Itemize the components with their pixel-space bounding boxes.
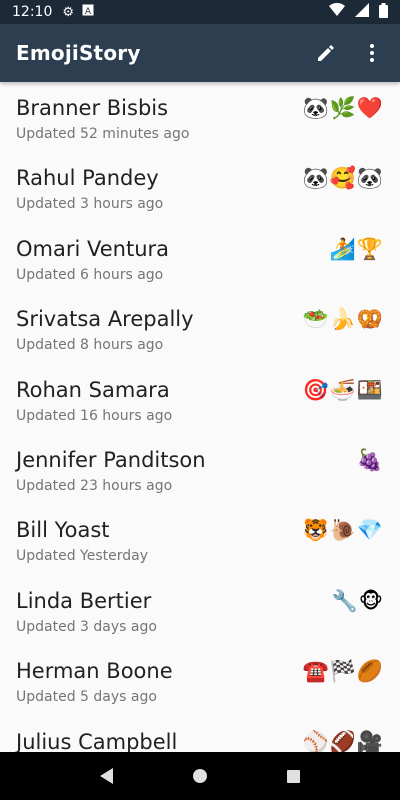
home-icon[interactable] [185,761,215,791]
emoji-story: 🐼🌿❤️ [302,96,384,120]
app-title: EmojiStory [16,41,141,65]
emoji-story: 🎯🍜🍱 [302,377,384,402]
wifi-icon [329,2,345,21]
contact-name: Rohan Samara [16,377,170,402]
contact-name: Branner Bisbis [16,96,169,120]
a-box-icon: A [82,4,94,20]
battery-icon [379,2,388,22]
emoji-story: 🥗🍌🥨 [302,307,384,332]
status-time: 12:10 [12,4,53,20]
contact-name: Linda Bertier [16,588,152,613]
emoji-story: ⚾🏈🎥 [302,729,384,752]
list-item[interactable]: Omari Ventura Updated 6 hours ago 🏄🏆 [0,223,400,293]
pencil-icon[interactable] [314,41,338,65]
emoji-story: 🔧🐵 [331,588,384,613]
updated-time: Updated Yesterday [16,548,149,565]
updated-time: Updated 3 hours ago [16,196,164,213]
updated-time: Updated 6 hours ago [16,266,164,283]
app-bar: EmojiStory [0,24,400,82]
emoji-story: 🐼🥰🐼 [302,166,384,191]
list-item[interactable]: Branner Bisbis Updated 52 minutes ago 🐼🌿… [0,82,400,152]
updated-time: Updated 16 hours ago [16,407,173,424]
list-item[interactable]: Jennifer Panditson Updated 23 hours ago … [0,434,400,504]
contact-name: Jennifer Panditson [16,447,206,472]
updated-time: Updated 52 minutes ago [16,126,190,142]
list-item[interactable]: Bill Yoast Updated Yesterday 🐯🐌💎 [0,504,400,574]
list-item[interactable]: Julius Campbell ⚾🏈🎥 [0,716,400,752]
contact-name: Herman Boone [16,659,173,684]
emoji-story: 🍇 [356,447,384,472]
updated-time: Updated 3 days ago [16,618,157,635]
contact-name: Rahul Pandey [16,166,159,191]
contact-name: Omari Ventura [16,236,170,261]
status-bar: 12:10 ⚙ A [0,0,400,24]
recents-icon[interactable] [278,761,308,791]
navigation-bar [0,752,400,800]
signal-icon [355,3,369,21]
list-item[interactable]: Linda Bertier Updated 3 days ago 🔧🐵 [0,575,400,645]
contact-name: Srivatsa Arepally [16,307,194,332]
list-item[interactable]: Rahul Pandey Updated 3 hours ago 🐼🥰🐼 [0,152,400,222]
updated-time: Updated 5 days ago [16,689,157,706]
emoji-story: ☎️🏁🏉 [302,659,384,684]
list-item[interactable]: Rohan Samara Updated 16 hours ago 🎯🍜🍱 [0,364,400,434]
list-item[interactable]: Srivatsa Arepally Updated 8 hours ago 🥗🍌… [0,293,400,363]
back-icon[interactable] [92,761,122,791]
story-list: Branner Bisbis Updated 52 minutes ago 🐼🌿… [0,82,400,752]
emoji-story: 🐯🐌💎 [302,518,384,543]
gear-icon: ⚙ [62,4,75,20]
updated-time: Updated 8 hours ago [16,337,164,354]
contact-name: Bill Yoast [16,518,110,543]
overflow-menu-icon[interactable] [360,41,384,65]
updated-time: Updated 23 hours ago [16,477,173,494]
contact-name: Julius Campbell [16,729,178,752]
emoji-story: 🏄🏆 [329,236,384,261]
list-item[interactable]: Herman Boone Updated 5 days ago ☎️🏁🏉 [0,645,400,715]
svg-text:A: A [85,7,92,16]
